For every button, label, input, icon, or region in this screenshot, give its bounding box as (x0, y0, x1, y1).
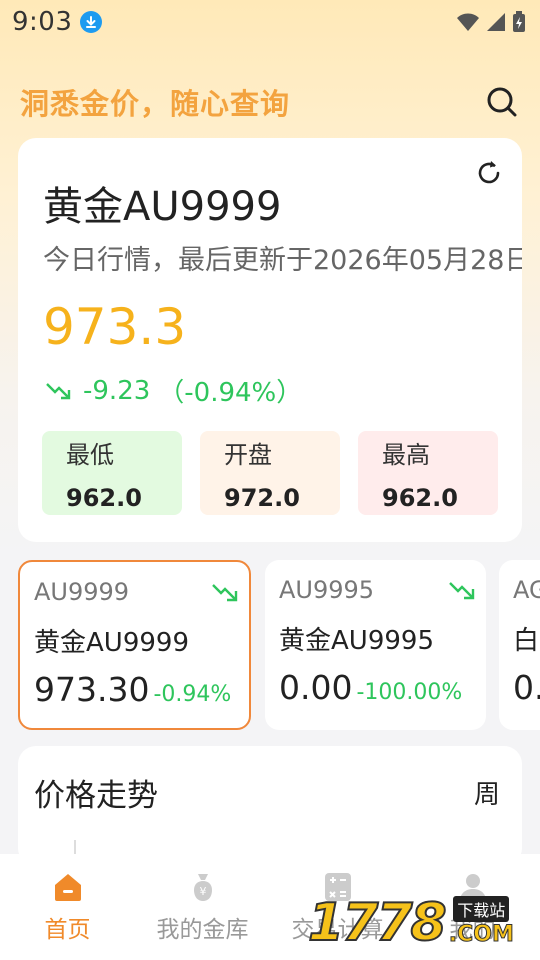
symbol-card-au9999[interactable]: AU9999 黄金AU9999 973.30 -0.94% (18, 560, 251, 730)
symbol-card-au9995[interactable]: AU9995 黄金AU9995 0.00 -100.00% (265, 560, 486, 730)
symbol-price: 973.30 (34, 670, 150, 709)
trend-down-icon (449, 582, 475, 600)
search-button[interactable] (484, 84, 520, 120)
signal-icon (487, 13, 505, 31)
stat-low-value: 962.0 (66, 484, 142, 512)
symbol-price: 0.00 (279, 668, 353, 707)
symbol-price-row: 0.00 -100.00% (279, 668, 462, 707)
tab-home[interactable]: 首页 (0, 870, 135, 944)
battery-icon (513, 11, 525, 32)
app-header: 洞悉金价，随心查询 (20, 80, 520, 124)
trend-down-icon (46, 382, 71, 399)
symbol-code: AU9999 (34, 578, 130, 606)
tab-label: 我的金库 (156, 917, 249, 943)
stat-open-label: 开盘 (224, 441, 272, 469)
status-left: 9:03 (12, 7, 103, 37)
current-price: 973.3 (43, 298, 187, 356)
stat-low-label: 最低 (66, 441, 114, 469)
tab-vault[interactable]: ¥ 我的金库 (135, 870, 270, 944)
svg-text:¥: ¥ (199, 885, 206, 898)
home-icon (51, 870, 85, 904)
symbol-price: 0. (513, 668, 540, 707)
trend-down-icon (212, 584, 238, 602)
symbol-code: AU9995 (279, 576, 375, 604)
symbol-percent: -100.00% (356, 680, 463, 705)
symbol-name: 白 (513, 626, 540, 656)
refresh-icon (478, 161, 500, 184)
change-value: -9.23 (83, 375, 151, 406)
wifi-icon (457, 13, 479, 31)
change-percent: （-0.94%） (158, 378, 303, 408)
price-trend-card: 价格走势 周 (18, 746, 522, 866)
site-watermark: 1778 下载站 .COM (307, 893, 514, 953)
stat-open-value: 972.0 (224, 484, 300, 512)
stat-high-value: 962.0 (382, 484, 458, 512)
symbol-price-row: 973.30 -0.94% (34, 670, 231, 709)
stat-high: 最高 962.0 (358, 431, 498, 515)
watermark-side: 下载站 .COM (448, 896, 514, 948)
watermark-number: 1778 (307, 893, 448, 953)
symbol-code: AG (513, 576, 540, 604)
refresh-button[interactable] (474, 158, 504, 188)
symbol-card-ag[interactable]: AG 白 0. (499, 560, 540, 730)
watermark-suffix: .COM (448, 922, 514, 948)
status-bar: 9:03 (0, 0, 540, 44)
search-icon (487, 87, 517, 117)
price-change: -9.23 （-0.94%） (45, 372, 302, 409)
status-right (456, 11, 526, 33)
tab-label: 首页 (44, 917, 91, 943)
card-title: 黄金AU9999 (43, 184, 282, 230)
slogan-title: 洞悉金价，随心查询 (20, 87, 291, 121)
symbol-percent: -0.94% (153, 682, 232, 707)
stat-high-label: 最高 (382, 441, 430, 469)
update-text: 今日行情，最后更新于2026年05月28日 (43, 245, 522, 276)
stat-open: 开盘 972.0 (200, 431, 340, 515)
symbol-name: 黄金AU9999 (34, 628, 189, 658)
stat-low: 最低 962.0 (42, 431, 182, 515)
trend-title: 价格走势 (34, 778, 158, 814)
download-icon (80, 11, 103, 33)
money-bag-icon: ¥ (186, 870, 220, 904)
symbol-name: 黄金AU9995 (279, 626, 434, 656)
period-selector[interactable]: 周 (474, 774, 500, 811)
main-price-card: 黄金AU9999 今日行情，最后更新于2026年05月28日 973.3 -9.… (18, 138, 522, 542)
symbol-price-row: 0. (513, 668, 540, 707)
watermark-tag: 下载站 (453, 896, 510, 922)
status-time: 9:03 (12, 7, 73, 37)
